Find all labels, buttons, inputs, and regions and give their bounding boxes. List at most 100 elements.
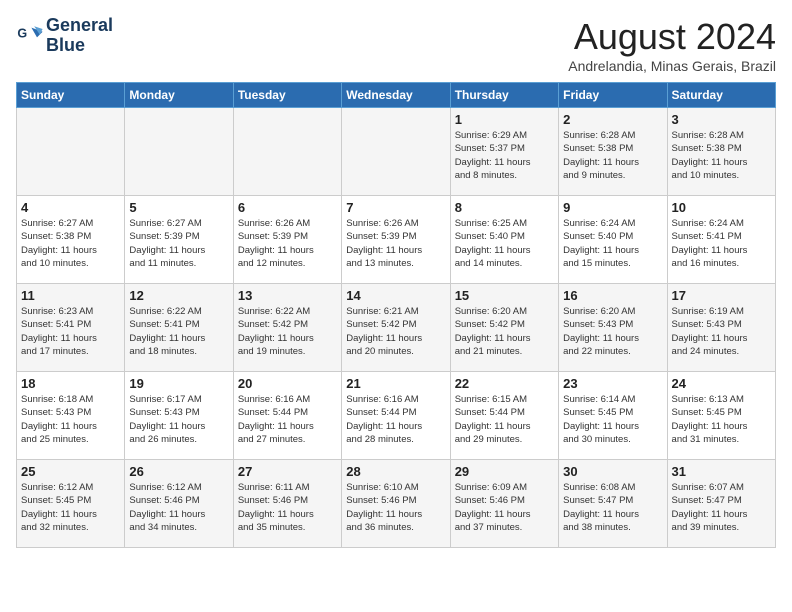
day-number: 24: [672, 376, 771, 391]
calendar-cell: 27 Sunrise: 6:11 AM Sunset: 5:46 PM Dayli…: [233, 460, 341, 548]
svg-text:G: G: [17, 26, 27, 40]
calendar-cell: 31Sunrise: 6:07 AM Sunset: 5:47 PM Dayli…: [667, 460, 775, 548]
day-info: Sunrise: 6:07 AM Sunset: 5:47 PM Dayligh…: [672, 481, 771, 534]
calendar-cell: 25 Sunrise: 6:12 AM Sunset: 5:45 PM Dayli…: [17, 460, 125, 548]
calendar-cell: 12 Sunrise: 6:22 AM Sunset: 5:41 PM Dayli…: [125, 284, 233, 372]
day-number: 11: [21, 288, 120, 303]
calendar-cell: 3 Sunrise: 6:28 AM Sunset: 5:38 PM Daylig…: [667, 108, 775, 196]
calendar-cell: 26 Sunrise: 6:12 AM Sunset: 5:46 PM Dayli…: [125, 460, 233, 548]
calendar-cell: [125, 108, 233, 196]
day-info: Sunrise: 6:19 AM Sunset: 5:43 PM Dayligh…: [672, 305, 771, 358]
day-info: Sunrise: 6:11 AM Sunset: 5:46 PM Dayligh…: [238, 481, 337, 534]
day-number: 6: [238, 200, 337, 215]
day-info: Sunrise: 6:20 AM Sunset: 5:43 PM Dayligh…: [563, 305, 662, 358]
day-info: Sunrise: 6:12 AM Sunset: 5:46 PM Dayligh…: [129, 481, 228, 534]
calendar-cell: 1Sunrise: 6:29 AM Sunset: 5:37 PM Daylig…: [450, 108, 558, 196]
day-info: Sunrise: 6:27 AM Sunset: 5:39 PM Dayligh…: [129, 217, 228, 270]
day-of-week-header: Thursday: [450, 83, 558, 108]
day-number: 5: [129, 200, 228, 215]
calendar-cell: 22 Sunrise: 6:15 AM Sunset: 5:44 PM Dayli…: [450, 372, 558, 460]
calendar-cell: 8Sunrise: 6:25 AM Sunset: 5:40 PM Daylig…: [450, 196, 558, 284]
calendar-cell: 17Sunrise: 6:19 AM Sunset: 5:43 PM Dayli…: [667, 284, 775, 372]
day-of-week-header: Sunday: [17, 83, 125, 108]
calendar-cell: 13Sunrise: 6:22 AM Sunset: 5:42 PM Dayli…: [233, 284, 341, 372]
calendar-cell: 30 Sunrise: 6:08 AM Sunset: 5:47 PM Dayli…: [559, 460, 667, 548]
day-number: 7: [346, 200, 445, 215]
calendar-cell: [342, 108, 450, 196]
calendar-cell: 19Sunrise: 6:17 AM Sunset: 5:43 PM Dayli…: [125, 372, 233, 460]
day-number: 4: [21, 200, 120, 215]
day-info: Sunrise: 6:27 AM Sunset: 5:38 PM Dayligh…: [21, 217, 120, 270]
day-info: Sunrise: 6:16 AM Sunset: 5:44 PM Dayligh…: [346, 393, 445, 446]
day-number: 16: [563, 288, 662, 303]
day-number: 22: [455, 376, 554, 391]
day-info: Sunrise: 6:25 AM Sunset: 5:40 PM Dayligh…: [455, 217, 554, 270]
day-info: Sunrise: 6:13 AM Sunset: 5:45 PM Dayligh…: [672, 393, 771, 446]
calendar-body: 1Sunrise: 6:29 AM Sunset: 5:37 PM Daylig…: [17, 108, 776, 548]
logo: G General Blue: [16, 16, 113, 56]
day-number: 20: [238, 376, 337, 391]
month-title: August 2024: [568, 16, 776, 58]
calendar-cell: [233, 108, 341, 196]
calendar-cell: 7 Sunrise: 6:26 AM Sunset: 5:39 PM Daylig…: [342, 196, 450, 284]
calendar-cell: 10Sunrise: 6:24 AM Sunset: 5:41 PM Dayli…: [667, 196, 775, 284]
day-info: Sunrise: 6:26 AM Sunset: 5:39 PM Dayligh…: [238, 217, 337, 270]
day-info: Sunrise: 6:12 AM Sunset: 5:45 PM Dayligh…: [21, 481, 120, 534]
day-info: Sunrise: 6:22 AM Sunset: 5:42 PM Dayligh…: [238, 305, 337, 358]
day-number: 21: [346, 376, 445, 391]
day-number: 2: [563, 112, 662, 127]
calendar-cell: 11 Sunrise: 6:23 AM Sunset: 5:41 PM Dayli…: [17, 284, 125, 372]
day-info: Sunrise: 6:24 AM Sunset: 5:40 PM Dayligh…: [563, 217, 662, 270]
calendar-cell: 15Sunrise: 6:20 AM Sunset: 5:42 PM Dayli…: [450, 284, 558, 372]
calendar-week-row: 4 Sunrise: 6:27 AM Sunset: 5:38 PM Daylig…: [17, 196, 776, 284]
calendar-week-row: 25 Sunrise: 6:12 AM Sunset: 5:45 PM Dayli…: [17, 460, 776, 548]
day-number: 30: [563, 464, 662, 479]
day-info: Sunrise: 6:08 AM Sunset: 5:47 PM Dayligh…: [563, 481, 662, 534]
logo-icon: G: [16, 22, 44, 50]
days-of-week-row: SundayMondayTuesdayWednesdayThursdayFrid…: [17, 83, 776, 108]
day-of-week-header: Friday: [559, 83, 667, 108]
day-number: 9: [563, 200, 662, 215]
day-number: 12: [129, 288, 228, 303]
day-number: 23: [563, 376, 662, 391]
calendar-table: SundayMondayTuesdayWednesdayThursdayFrid…: [16, 82, 776, 548]
calendar-cell: 20 Sunrise: 6:16 AM Sunset: 5:44 PM Dayli…: [233, 372, 341, 460]
calendar-week-row: 11 Sunrise: 6:23 AM Sunset: 5:41 PM Dayli…: [17, 284, 776, 372]
calendar-week-row: 1Sunrise: 6:29 AM Sunset: 5:37 PM Daylig…: [17, 108, 776, 196]
day-info: Sunrise: 6:21 AM Sunset: 5:42 PM Dayligh…: [346, 305, 445, 358]
calendar-cell: [17, 108, 125, 196]
day-number: 26: [129, 464, 228, 479]
title-block: August 2024 Andrelandia, Minas Gerais, B…: [568, 16, 776, 74]
calendar-cell: 24 Sunrise: 6:13 AM Sunset: 5:45 PM Dayli…: [667, 372, 775, 460]
day-info: Sunrise: 6:24 AM Sunset: 5:41 PM Dayligh…: [672, 217, 771, 270]
day-of-week-header: Saturday: [667, 83, 775, 108]
day-of-week-header: Monday: [125, 83, 233, 108]
day-number: 15: [455, 288, 554, 303]
page-header: G General Blue August 2024 Andrelandia, …: [16, 16, 776, 74]
calendar-cell: 2 Sunrise: 6:28 AM Sunset: 5:38 PM Daylig…: [559, 108, 667, 196]
day-info: Sunrise: 6:29 AM Sunset: 5:37 PM Dayligh…: [455, 129, 554, 182]
day-number: 25: [21, 464, 120, 479]
calendar-cell: 9 Sunrise: 6:24 AM Sunset: 5:40 PM Daylig…: [559, 196, 667, 284]
day-number: 27: [238, 464, 337, 479]
day-number: 3: [672, 112, 771, 127]
day-info: Sunrise: 6:15 AM Sunset: 5:44 PM Dayligh…: [455, 393, 554, 446]
calendar-week-row: 18Sunrise: 6:18 AM Sunset: 5:43 PM Dayli…: [17, 372, 776, 460]
day-number: 19: [129, 376, 228, 391]
calendar-cell: 29Sunrise: 6:09 AM Sunset: 5:46 PM Dayli…: [450, 460, 558, 548]
day-info: Sunrise: 6:26 AM Sunset: 5:39 PM Dayligh…: [346, 217, 445, 270]
day-info: Sunrise: 6:22 AM Sunset: 5:41 PM Dayligh…: [129, 305, 228, 358]
calendar-cell: 4 Sunrise: 6:27 AM Sunset: 5:38 PM Daylig…: [17, 196, 125, 284]
day-of-week-header: Tuesday: [233, 83, 341, 108]
calendar-cell: 5 Sunrise: 6:27 AM Sunset: 5:39 PM Daylig…: [125, 196, 233, 284]
day-info: Sunrise: 6:23 AM Sunset: 5:41 PM Dayligh…: [21, 305, 120, 358]
day-info: Sunrise: 6:10 AM Sunset: 5:46 PM Dayligh…: [346, 481, 445, 534]
location-subtitle: Andrelandia, Minas Gerais, Brazil: [568, 58, 776, 74]
day-info: Sunrise: 6:16 AM Sunset: 5:44 PM Dayligh…: [238, 393, 337, 446]
day-info: Sunrise: 6:14 AM Sunset: 5:45 PM Dayligh…: [563, 393, 662, 446]
day-info: Sunrise: 6:28 AM Sunset: 5:38 PM Dayligh…: [672, 129, 771, 182]
logo-line1: General: [46, 16, 113, 36]
day-info: Sunrise: 6:28 AM Sunset: 5:38 PM Dayligh…: [563, 129, 662, 182]
calendar-cell: 18Sunrise: 6:18 AM Sunset: 5:43 PM Dayli…: [17, 372, 125, 460]
day-info: Sunrise: 6:09 AM Sunset: 5:46 PM Dayligh…: [455, 481, 554, 534]
